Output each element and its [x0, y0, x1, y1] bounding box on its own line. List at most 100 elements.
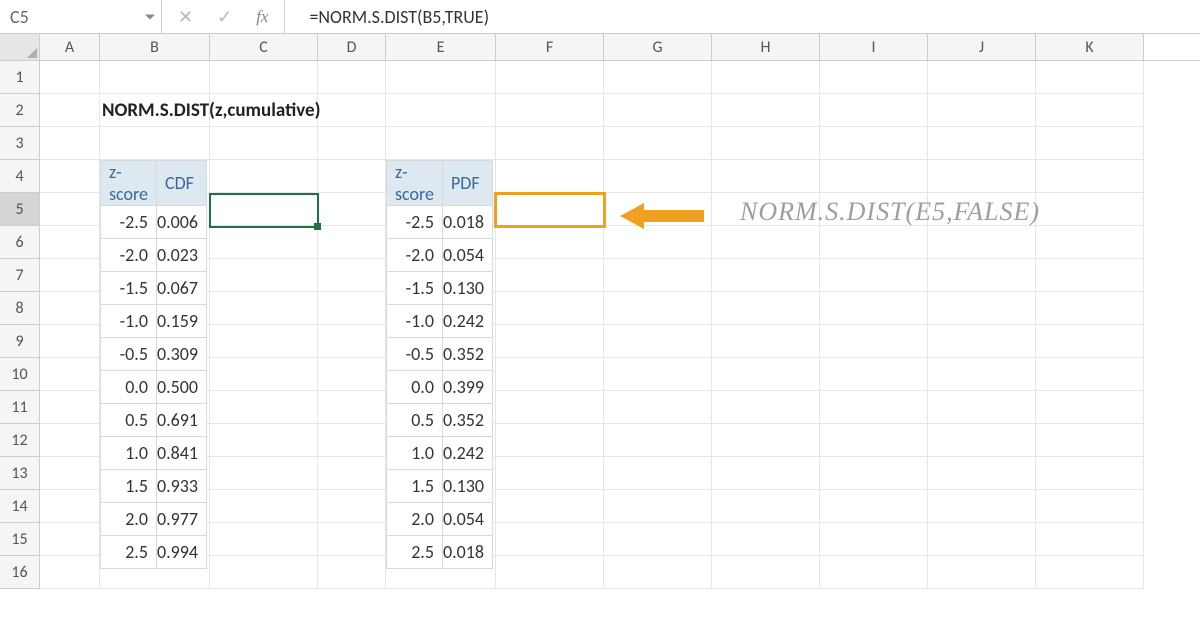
table-cell[interactable]: 0.0	[101, 371, 157, 404]
cell-F3[interactable]	[496, 127, 604, 160]
cell-C12[interactable]	[210, 424, 318, 457]
select-all-corner[interactable]	[0, 34, 40, 60]
cell-C9[interactable]	[210, 325, 318, 358]
cell-G16[interactable]	[604, 556, 712, 589]
col-header-H[interactable]: H	[712, 34, 820, 60]
col-header-K[interactable]: K	[1036, 34, 1144, 60]
col-header-D[interactable]: D	[318, 34, 386, 60]
cell-D2[interactable]	[318, 94, 386, 127]
table-cell[interactable]: 2.5	[387, 536, 443, 569]
cell-J2[interactable]	[928, 94, 1036, 127]
cell-H8[interactable]	[712, 292, 820, 325]
cell-I6[interactable]	[820, 226, 928, 259]
table-cell[interactable]: 0.691	[156, 404, 206, 437]
row-header-13[interactable]: 13	[0, 457, 40, 490]
table-cell[interactable]: 0.130	[442, 470, 492, 503]
cell-F1[interactable]	[496, 61, 604, 94]
cell-D1[interactable]	[318, 61, 386, 94]
cell-K12[interactable]	[1036, 424, 1144, 457]
cell-J11[interactable]	[928, 391, 1036, 424]
cell-D12[interactable]	[318, 424, 386, 457]
cell-J7[interactable]	[928, 259, 1036, 292]
cell-H7[interactable]	[712, 259, 820, 292]
cell-K8[interactable]	[1036, 292, 1144, 325]
cell-C6[interactable]	[210, 226, 318, 259]
cell-A2[interactable]	[40, 94, 100, 127]
cell-G12[interactable]	[604, 424, 712, 457]
table-cell[interactable]: 0.352	[442, 404, 492, 437]
table-cell[interactable]: -2.5	[101, 206, 157, 239]
table-cell[interactable]: 0.0	[387, 371, 443, 404]
cell-K9[interactable]	[1036, 325, 1144, 358]
table-cell[interactable]: -1.0	[101, 305, 157, 338]
cell-F7[interactable]	[496, 259, 604, 292]
cell-H15[interactable]	[712, 523, 820, 556]
cell-D16[interactable]	[318, 556, 386, 589]
cell-G7[interactable]	[604, 259, 712, 292]
table-cell[interactable]: -1.5	[387, 272, 443, 305]
cell-J12[interactable]	[928, 424, 1036, 457]
table-cell[interactable]: -2.5	[387, 206, 443, 239]
cell-D15[interactable]	[318, 523, 386, 556]
cell-I14[interactable]	[820, 490, 928, 523]
cell-A3[interactable]	[40, 127, 100, 160]
row-header-6[interactable]: 6	[0, 226, 40, 259]
cell-A1[interactable]	[40, 61, 100, 94]
cell-C5[interactable]	[210, 193, 318, 226]
table-cell[interactable]: 0.023	[156, 239, 206, 272]
table-cell[interactable]: 0.352	[442, 338, 492, 371]
table-cell[interactable]: 0.933	[156, 470, 206, 503]
cell-G4[interactable]	[604, 160, 712, 193]
cell-F8[interactable]	[496, 292, 604, 325]
cell-F15[interactable]	[496, 523, 604, 556]
cell-J1[interactable]	[928, 61, 1036, 94]
cell-A12[interactable]	[40, 424, 100, 457]
cell-K3[interactable]	[1036, 127, 1144, 160]
cell-C15[interactable]	[210, 523, 318, 556]
table-cell[interactable]: 1.5	[387, 470, 443, 503]
table-cell[interactable]: -0.5	[387, 338, 443, 371]
cell-D9[interactable]	[318, 325, 386, 358]
cell-I4[interactable]	[820, 160, 928, 193]
cell-C7[interactable]	[210, 259, 318, 292]
cell-K1[interactable]	[1036, 61, 1144, 94]
cell-H13[interactable]	[712, 457, 820, 490]
cell-A9[interactable]	[40, 325, 100, 358]
row-header-7[interactable]: 7	[0, 259, 40, 292]
table-cell[interactable]: 2.0	[387, 503, 443, 536]
col-header-E[interactable]: E	[386, 34, 496, 60]
row-header-11[interactable]: 11	[0, 391, 40, 424]
row-header-4[interactable]: 4	[0, 160, 40, 193]
table-cell[interactable]: -2.0	[101, 239, 157, 272]
cell-H2[interactable]	[712, 94, 820, 127]
cell-C13[interactable]	[210, 457, 318, 490]
cell-F12[interactable]	[496, 424, 604, 457]
cell-J8[interactable]	[928, 292, 1036, 325]
cell-G6[interactable]	[604, 226, 712, 259]
cell-J10[interactable]	[928, 358, 1036, 391]
table-cell[interactable]: 0.018	[442, 536, 492, 569]
col-header-G[interactable]: G	[604, 34, 712, 60]
cell-A13[interactable]	[40, 457, 100, 490]
cell-G3[interactable]	[604, 127, 712, 160]
name-box-dropdown-icon[interactable]	[145, 14, 155, 19]
cell-H12[interactable]	[712, 424, 820, 457]
name-box[interactable]: C5	[0, 0, 162, 33]
cell-D7[interactable]	[318, 259, 386, 292]
cell-C14[interactable]	[210, 490, 318, 523]
cell-F11[interactable]	[496, 391, 604, 424]
spreadsheet-grid[interactable]: ABCDEFGHIJK 12345678910111213141516 NORM…	[0, 34, 1200, 589]
cell-I7[interactable]	[820, 259, 928, 292]
cell-K14[interactable]	[1036, 490, 1144, 523]
table-cell[interactable]: 0.399	[442, 371, 492, 404]
cell-E3[interactable]	[386, 127, 496, 160]
cell-J4[interactable]	[928, 160, 1036, 193]
cell-H3[interactable]	[712, 127, 820, 160]
cell-A11[interactable]	[40, 391, 100, 424]
cell-F9[interactable]	[496, 325, 604, 358]
cell-H11[interactable]	[712, 391, 820, 424]
cell-D11[interactable]	[318, 391, 386, 424]
cell-K4[interactable]	[1036, 160, 1144, 193]
cell-G9[interactable]	[604, 325, 712, 358]
cell-F5[interactable]	[496, 193, 604, 226]
